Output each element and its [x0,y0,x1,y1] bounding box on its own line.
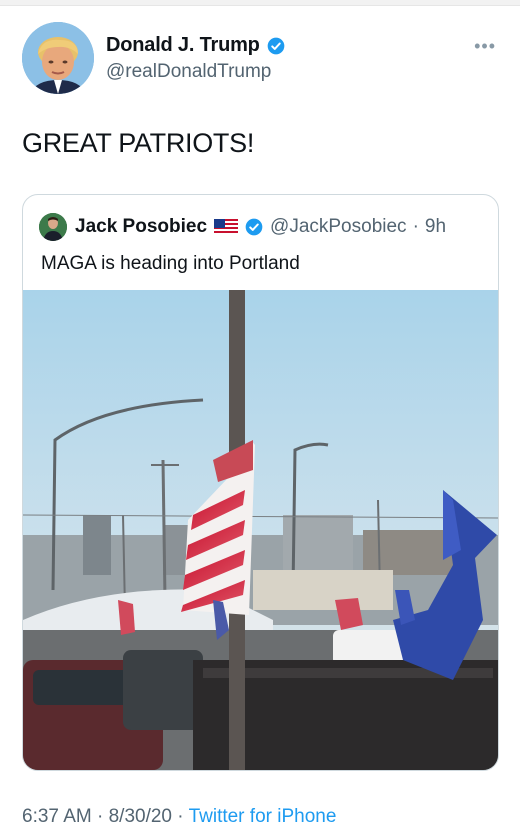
tweet-date[interactable]: 8/30/20 [109,806,172,827]
tweet-header: Donald J. Trump @realDonaldTrump ••• [22,22,500,96]
quoted-tweet-card[interactable]: Jack Posobiec @JackPosobiec · 9h MAGA is… [22,194,499,771]
quoted-author-avatar[interactable] [39,213,67,241]
tweet-metadata: 6:37 AM · 8/30/20 · Twitter for iPhone [22,806,336,828]
tweet-text: GREAT PATRIOTS! [22,128,255,158]
quoted-verified-badge-icon [245,218,263,236]
verified-badge-icon [267,37,285,54]
quoted-author-handle[interactable]: @JackPosobiec [270,216,407,238]
quoted-video-thumbnail[interactable] [23,290,499,771]
author-display-name-text: Donald J. Trump [106,34,260,56]
meta-separator-1: · [97,806,104,827]
author-display-name[interactable]: Donald J. Trump [106,34,286,57]
author-avatar[interactable] [22,22,94,94]
more-options-icon[interactable]: ••• [474,36,496,57]
top-divider [0,0,520,6]
author-names: Donald J. Trump @realDonaldTrump [106,34,286,83]
quoted-tweet-text: MAGA is heading into Portland [41,253,300,274]
author-handle[interactable]: @realDonaldTrump [106,61,286,83]
quoted-author-name[interactable]: Jack Posobiec [75,216,207,238]
us-flag-icon [214,219,239,235]
quoted-separator: · [412,216,419,237]
quoted-tweet-header: Jack Posobiec @JackPosobiec · 9h [39,213,446,241]
meta-separator-2: · [177,806,184,827]
quoted-age[interactable]: 9h [425,216,446,238]
tweet-source-link[interactable]: Twitter for iPhone [189,806,337,827]
tweet-time[interactable]: 6:37 AM [22,806,92,827]
